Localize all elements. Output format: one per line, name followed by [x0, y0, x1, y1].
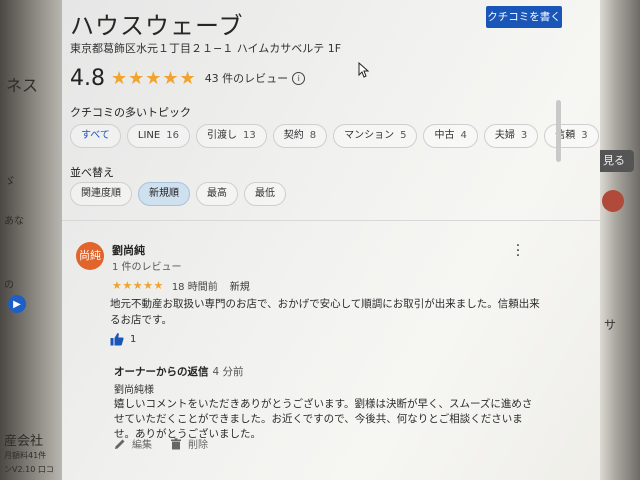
bg-fragment: あな — [4, 216, 24, 227]
topic-chip[interactable]: 引渡し 13 — [195, 124, 267, 148]
topic-label: 夫婦 — [494, 130, 515, 141]
profile-icon — [602, 190, 624, 212]
bg-fragment: ンV2.10 口コ — [4, 465, 54, 474]
thumbs-up-icon[interactable] — [110, 332, 124, 346]
sort-chips: 関連度順 新規順 最高 最低 — [70, 182, 286, 206]
play-icon: ▶ — [8, 295, 26, 313]
sort-lowest[interactable]: 最低 — [244, 182, 286, 206]
trash-icon — [171, 437, 181, 449]
bg-fragment: サ — [604, 318, 617, 332]
bg-fragment: ゞ — [4, 174, 17, 188]
topic-count: 16 — [166, 130, 179, 141]
view-pill: 見る — [600, 150, 634, 172]
topic-count: 8 — [309, 130, 317, 141]
review-text: 地元不動産お取扱い専門のお店で、おかげで安心して順調にお取引が出来ました。信頼出… — [110, 298, 540, 326]
reviews-panel: ハウスウェーブ 東京都葛飾区水元１丁目２１−１ ハイムカサベルテ 1F クチコミ… — [62, 0, 600, 480]
topic-chip[interactable]: マンション 5 — [333, 124, 418, 148]
topic-chip[interactable]: LINE 16 — [126, 124, 190, 148]
more-options-icon[interactable]: · · · — [514, 239, 522, 263]
bg-fragment: 産会社 — [4, 434, 44, 449]
avatar[interactable]: 尚純 — [76, 242, 104, 270]
place-title: ハウスウェーブ — [70, 12, 244, 40]
topic-chip[interactable]: 信頼 3 — [544, 124, 599, 148]
topic-label: マンション — [344, 130, 395, 141]
pencil-icon — [115, 439, 125, 449]
bg-fragment: 月額料41件 — [4, 451, 47, 460]
topic-count: 3 — [581, 130, 588, 141]
topic-count: 3 — [520, 130, 528, 141]
review-count[interactable]: 43 件のレビュー — [205, 70, 289, 86]
sort-newest[interactable]: 新規順 — [138, 182, 190, 206]
reviewer-name[interactable]: 劉尚純 — [112, 242, 145, 258]
delete-label: 削除 — [188, 440, 208, 451]
owner-reply-recipient: 劉尚純様 — [114, 385, 154, 396]
topic-label: 契約 — [283, 130, 304, 141]
new-badge: 新規 — [229, 282, 250, 293]
reply-actions: 編集 削除 — [114, 436, 226, 451]
review-time: 18 時間前 — [171, 282, 218, 293]
scrollbar[interactable] — [556, 100, 561, 162]
topic-label: 引渡し — [206, 130, 237, 141]
rating-value: 4.8 — [70, 65, 105, 91]
rating-stars: ★★★★★ — [111, 67, 197, 89]
topic-count: 13 — [242, 130, 256, 141]
topic-chip[interactable]: 夫婦 3 — [483, 124, 539, 148]
background-left: ネス ゞ あな の ▶ 産会社 月額料41件 ンV2.10 口コ — [0, 0, 62, 480]
write-review-button[interactable]: クチコミを書く — [486, 6, 562, 28]
background-right: 見る サ — [600, 0, 640, 480]
review-meta: ★★★★★ 18 時間前 新規 — [112, 278, 250, 293]
like-count: 1 — [130, 333, 137, 345]
sort-relevance[interactable]: 関連度順 — [70, 182, 132, 206]
topic-chip[interactable]: 契約 8 — [272, 124, 328, 148]
topic-count: 4 — [460, 130, 467, 141]
topics-chips: すべて LINE 16 引渡し 13 契約 8 マンション 5 中古 4 夫婦 3 信頼 3 — [70, 124, 599, 148]
bg-fragment: ネス — [6, 76, 39, 95]
owner-reply-header: オーナーからの返信 4 分前 — [114, 364, 534, 379]
divider — [62, 220, 600, 221]
owner-reply: オーナーからの返信 4 分前 劉尚純様 嬉しいコメントをいただきありがとうございま… — [114, 364, 534, 442]
sort-highest[interactable]: 最高 — [196, 182, 238, 206]
rating-summary: 4.8 ★★★★★ 43 件のレビュー i — [70, 64, 306, 92]
owner-reply-title: オーナーからの返信 — [114, 366, 209, 378]
topic-label: 中古 — [434, 130, 455, 141]
info-icon[interactable]: i — [292, 71, 306, 85]
topic-chip-all[interactable]: すべて — [70, 124, 121, 148]
topic-count: 5 — [400, 130, 407, 141]
mouse-cursor-icon — [358, 62, 370, 78]
reviewer-review-count: 1 件のレビュー — [112, 262, 182, 273]
sort-label: 並べ替え — [70, 166, 114, 179]
review-stars: ★★★★★ — [112, 279, 164, 292]
like-row: 1 — [110, 332, 136, 346]
place-address: 東京都葛飾区水元１丁目２１−１ ハイムカサベルテ 1F — [70, 42, 342, 55]
topics-label: クチコミの多いトピック — [70, 106, 191, 119]
topic-label: すべて — [81, 130, 110, 141]
edit-button[interactable]: 編集 — [114, 436, 152, 451]
topic-chip[interactable]: 中古 4 — [423, 124, 478, 148]
bg-fragment: の — [4, 280, 14, 291]
delete-button[interactable]: 削除 — [170, 436, 208, 451]
topic-label: LINE — [137, 130, 161, 141]
edit-label: 編集 — [132, 440, 152, 451]
owner-reply-time: 4 分前 — [212, 366, 244, 378]
